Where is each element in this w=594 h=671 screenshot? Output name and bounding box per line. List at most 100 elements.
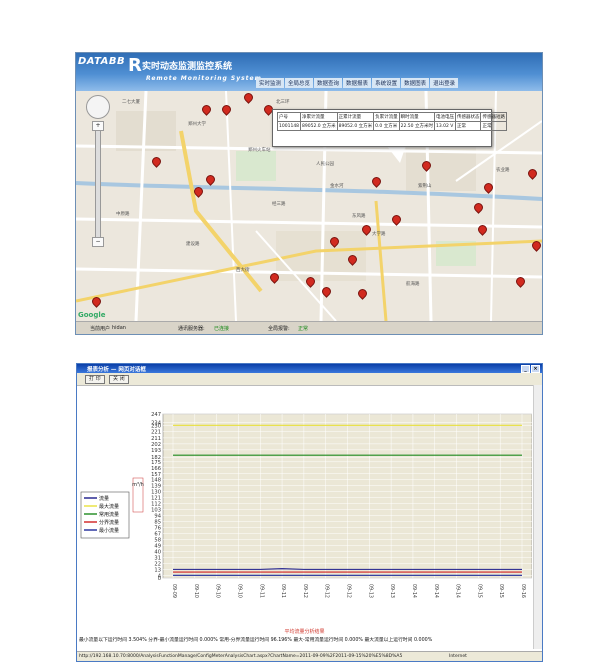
popup-cell: 0.0 立方米 [373, 121, 400, 131]
alarm-label: 全局报警: [268, 326, 290, 332]
map-label: 东风路 [352, 214, 366, 219]
y-tick-label: 121 [151, 496, 161, 502]
x-tick-label: 09-15 [476, 584, 482, 598]
close-button[interactable]: 关 闭 [109, 375, 129, 384]
menu-item-logout[interactable]: 退出登录 [430, 78, 459, 88]
x-tick-label: 09-13 [367, 584, 373, 598]
y-tick-label: 130 [151, 490, 161, 496]
server-status: 已连接 [214, 326, 230, 332]
dialog-toolbar: 打 印 关 闭 [77, 373, 542, 386]
popup-cell: 13.02 V [433, 121, 456, 131]
google-logo: Google [78, 311, 106, 319]
x-tick-label: 09-12 [324, 584, 330, 598]
x-tick-label: 09-10 [193, 584, 199, 598]
map-label: 二七大厦 [122, 100, 140, 105]
map-label: 郑州大学 [188, 122, 206, 127]
user-label: 当前用户 [90, 326, 111, 332]
alarm-status: 正常 [298, 326, 309, 332]
popup-cell: 89052.0 立方米 [336, 121, 375, 131]
zoom-out-button[interactable]: − [92, 237, 104, 247]
y-tick-label: 13 [154, 567, 161, 573]
map-label: 紫荆山 [418, 184, 432, 189]
close-icon[interactable]: × [531, 365, 540, 373]
legend-label: 流量 [99, 495, 109, 502]
legend-label: 最小流量 [99, 527, 119, 534]
map-label: 北三环 [276, 100, 290, 105]
menu-item-charts[interactable]: 数据图表 [401, 78, 430, 88]
y-tick-label: 148 [151, 478, 161, 484]
app-subtitle: Remote Monitoring System [146, 75, 262, 82]
security-zone: Internet [449, 654, 467, 659]
map-label: 经三路 [272, 202, 286, 207]
menu-item-settings[interactable]: 系统设置 [372, 78, 401, 88]
y-tick-label: 247 [151, 412, 161, 418]
x-tick-label: 09-16 [520, 584, 526, 598]
y-tick-label: 166 [151, 466, 161, 472]
popup-header: 净累计流量 [300, 112, 338, 122]
print-button[interactable]: 打 印 [85, 375, 105, 384]
popup-cell: 22.50 立方米时 [398, 121, 435, 131]
y-tick-label: 202 [151, 442, 161, 448]
city-map[interactable]: 二七大厦 郑州大学 郑州火车站 人民公园 紫荆山 金水河 中原路 建设路 大学路… [76, 91, 542, 321]
dialog-status-bar: http://192.168.10.70:8000/AnalysisFuncti… [77, 651, 542, 661]
popup-header: 瞬时流量 [398, 112, 435, 122]
map-label: 人民公园 [316, 162, 334, 167]
main-menu: 实时监测 全局总览 数据查询 数据报表 系统设置 数据图表 退出登录 [256, 78, 538, 88]
y-tick-label: 211 [151, 436, 161, 442]
menu-item-query[interactable]: 数据查询 [314, 78, 343, 88]
y-tick-label: 157 [151, 472, 161, 478]
vertical-scrollbar[interactable] [533, 385, 542, 649]
x-tick-label: 09-10 [215, 584, 221, 598]
status-bar: 当前用户 hidan 通讯服务器: 已连接 全局报警: 正常 [76, 321, 542, 334]
y-tick-label: 85 [154, 520, 161, 526]
pan-control-icon[interactable] [86, 95, 110, 119]
popup-cell: 正常 [480, 121, 507, 131]
map-label: 金水河 [330, 184, 344, 189]
y-tick-label: 49 [154, 543, 161, 549]
menu-item-overview[interactable]: 全局总览 [285, 78, 314, 88]
y-tick-label: 221 [151, 429, 161, 435]
x-tick-label: 09-14 [455, 584, 461, 598]
popup-header: 负累计流量 [373, 112, 400, 122]
brand-mark-icon: R [128, 55, 142, 76]
zoom-in-button[interactable]: + [92, 121, 104, 131]
legend-label: 常用流量 [99, 511, 119, 518]
brand-logo: DATABB [78, 56, 126, 67]
menu-item-realtime[interactable]: 实时监测 [256, 78, 285, 88]
x-tick-label: 09-13 [389, 584, 395, 598]
popup-header: 户号 [276, 112, 302, 122]
popup-header: 传感器短路 [480, 112, 507, 122]
map-label: 中原路 [116, 212, 130, 217]
popup-cell: 正常 [454, 121, 482, 131]
y-tick-label: 193 [151, 448, 161, 454]
y-tick-label: 182 [151, 455, 161, 461]
app-banner: DATABB R 实时动态监测监控系统 Remote Monitoring Sy… [76, 53, 542, 91]
page-url: http://192.168.10.70:8000/AnalysisFuncti… [79, 654, 403, 659]
popup-pointer [386, 145, 406, 163]
minimize-icon[interactable]: _ [521, 365, 530, 373]
map-zoom-control: + − [86, 95, 112, 247]
x-tick-label: 09-12 [346, 584, 352, 598]
map-label: 大学路 [372, 232, 386, 237]
y-tick-label: 58 [154, 537, 161, 543]
popup-header: 正累计流量 [336, 112, 375, 122]
x-tick-label: 09-09 [171, 584, 177, 598]
y-tick-label: 31 [154, 555, 161, 561]
menu-item-report[interactable]: 数据报表 [343, 78, 372, 88]
x-tick-label: 09-11 [280, 584, 286, 598]
map-label: 农业路 [496, 168, 510, 173]
map-label: 郑州火车站 [248, 148, 271, 153]
user-name: hidan [112, 325, 126, 331]
y-tick-label: 67 [154, 532, 161, 538]
map-label: 西大街 [236, 268, 250, 273]
dialog-title: 报表分析 — 网页对话框 [87, 367, 146, 373]
y-tick-label: 40 [154, 549, 161, 555]
map-label: 航海路 [406, 282, 420, 287]
zoom-slider[interactable] [95, 127, 101, 239]
popup-cell: 1001148 [276, 121, 302, 131]
popup-cell: 89052.0 立方米 [300, 121, 338, 131]
x-tick-label: 09-14 [433, 584, 439, 598]
x-tick-label: 09-14 [411, 584, 417, 598]
x-tick-label: 09-12 [302, 584, 308, 598]
y-tick-label: 4 [158, 573, 162, 579]
